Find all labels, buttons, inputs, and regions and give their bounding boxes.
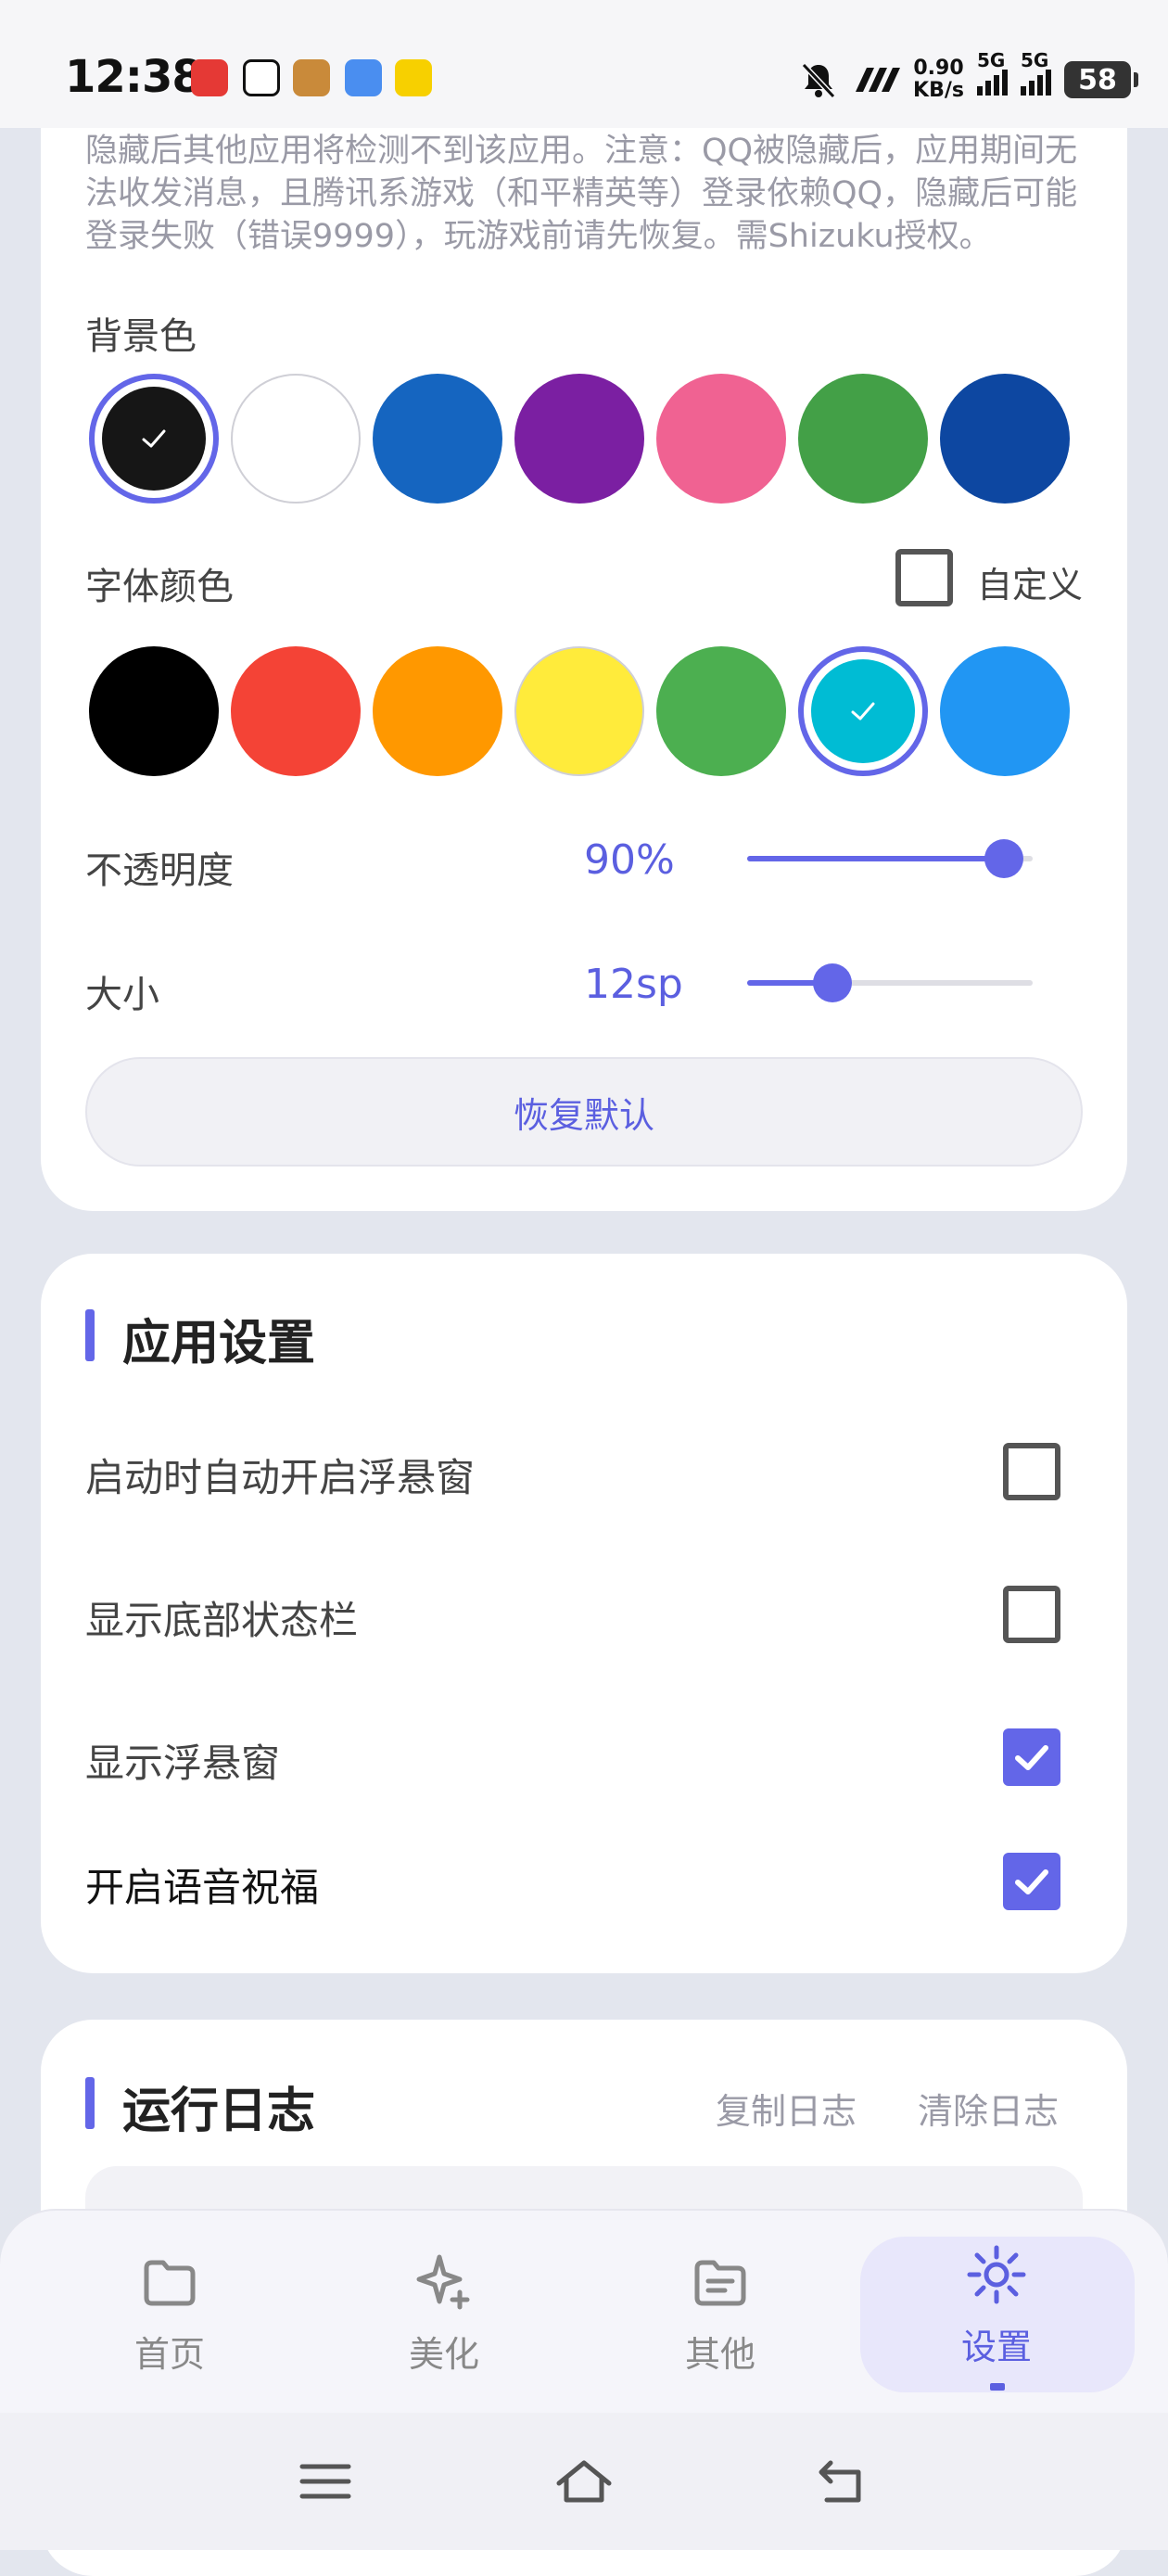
size-label: 大小 [85,974,159,1016]
clear-log-button[interactable]: 清除日志 [918,2083,1059,2134]
size-value: 12sp [584,961,683,1008]
app-settings-title: 应用设置 [122,1316,316,1371]
font-color-swatch-4[interactable] [656,646,786,776]
opacity-value: 90% [584,836,675,884]
brand-icon [856,68,901,92]
log-title: 运行日志 [122,2084,316,2139]
sim2-tag: 5G [1021,49,1049,71]
font-color-swatch-2[interactable] [373,646,502,776]
nav-label-settings: 设置 [960,2327,1032,2367]
status-bar: 12:38 0.90 KB/s 5G 5G 58 [0,0,1168,128]
font-color-swatch-5[interactable] [798,646,928,776]
background-color-label: 背景色 [85,315,197,358]
check-icon [1015,1745,1048,1770]
battery-level: 58 [1078,63,1117,96]
message-app-icon [345,59,382,96]
game-app-icon [293,59,330,96]
setting-label-voice-blessing: 开启语音祝福 [85,1865,320,1910]
setting-label-auto-float: 启动时自动开启浮悬窗 [85,1455,476,1500]
nav-item-home[interactable]: 首页 [72,2238,267,2396]
nav-label-home: 首页 [133,2334,205,2375]
nav-label-other: 其他 [684,2334,755,2375]
reset-default-button[interactable]: 恢复默认 [85,1057,1083,1167]
app-notification-icon [191,59,228,96]
net-speed-value: 0.90 [913,57,964,80]
setting-label-show-float: 显示浮悬窗 [85,1741,281,1786]
opacity-label: 不透明度 [85,849,234,892]
hide-app-description: 隐藏后其他应用将检测不到该应用。注意：QQ被隐藏后，应用期间无法收发消息，且腾讯… [85,133,1078,255]
net-speed-unit: KB/s [913,79,964,102]
nav-item-other[interactable]: 其他 [623,2238,818,2396]
bottom-status-checkbox[interactable] [1003,1586,1060,1643]
show-float-checkbox[interactable] [1003,1728,1060,1786]
font-color-swatch-0[interactable] [89,646,219,776]
background-color-swatch-5[interactable] [798,374,928,504]
custom-color-label: 自定义 [977,565,1084,606]
nav-label-beautify: 美化 [408,2334,479,2375]
status-time: 12:38 [65,51,203,103]
gear-icon [967,2245,1026,2304]
signal-icon: 5G [977,49,1008,96]
background-color-swatch-4[interactable] [656,374,786,504]
opacity-slider-thumb[interactable] [984,839,1024,878]
background-color-swatch-2[interactable] [373,374,502,504]
copy-log-button[interactable]: 复制日志 [716,2083,857,2134]
app-notification-icon [243,59,280,96]
font-color-swatch-1[interactable] [231,646,361,776]
check-icon [95,379,213,498]
document-folder-icon [694,2260,746,2306]
check-icon [1015,1869,1048,1894]
nav-item-beautify[interactable]: 美化 [347,2238,541,2396]
status-indicators: 0.90 KB/s 5G 5G 58 [798,49,1138,108]
section-accent-bar [85,1309,95,1361]
custom-color-checkbox[interactable] [895,549,953,606]
sim1-tag: 5G [977,49,1006,71]
nav-active-indicator [990,2383,1005,2391]
font-color-swatch-3[interactable] [514,646,644,776]
sparkle-icon [416,2254,470,2310]
net-speed: 0.90 KB/s [913,57,964,102]
voice-blessing-checkbox[interactable] [1003,1853,1060,1910]
section-accent-bar [85,2077,95,2129]
back-icon[interactable] [810,2454,875,2509]
menu-icon[interactable] [293,2454,358,2509]
background-color-swatch-6[interactable] [940,374,1070,504]
opacity-slider-fill [747,856,1005,861]
signal-icon: 5G [1021,49,1051,96]
setting-label-bottom-status: 显示底部状态栏 [85,1598,359,1643]
yellow-app-icon [395,59,432,96]
background-color-swatch-1[interactable] [231,374,361,504]
auto-float-checkbox[interactable] [1003,1443,1060,1500]
bottom-navigation: 首页 美化 其他 设置 [0,2209,1168,2415]
nav-item-settings[interactable]: 设置 [899,2231,1094,2389]
font-color-label: 字体颜色 [85,566,234,608]
font-color-swatch-6[interactable] [940,646,1070,776]
background-color-swatch-0[interactable] [89,374,219,504]
home-icon[interactable] [552,2454,616,2509]
check-icon [804,652,922,771]
folder-icon [144,2260,196,2306]
battery-icon: 58 [1064,61,1138,98]
background-color-swatch-3[interactable] [514,374,644,504]
system-navigation-bar [0,2413,1168,2550]
bell-muted-icon [801,62,836,99]
